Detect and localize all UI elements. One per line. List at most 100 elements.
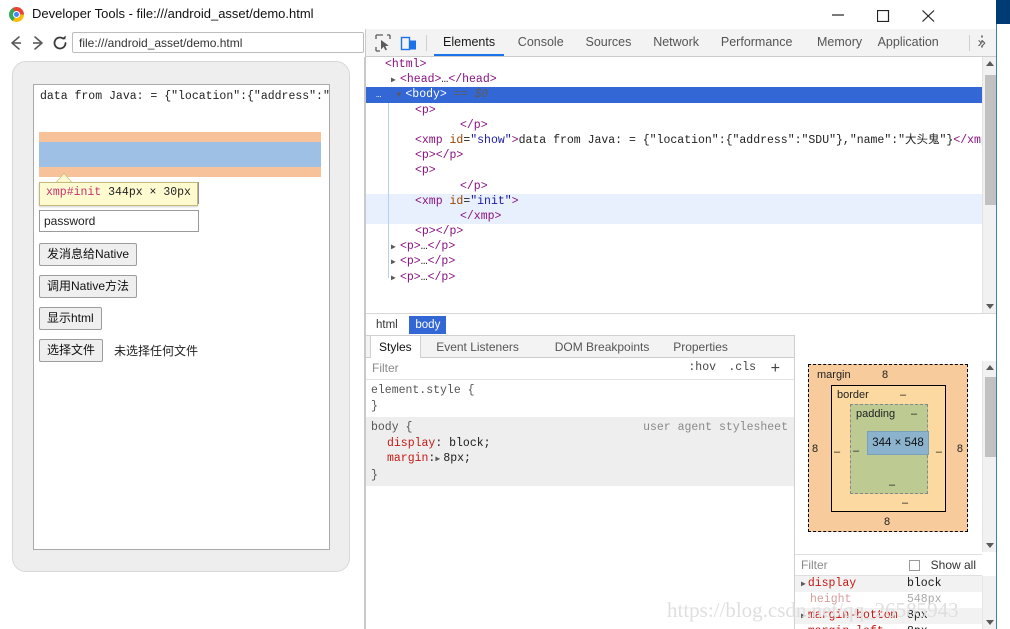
css-declaration[interactable]: margin:▶ 8px; xyxy=(371,451,794,468)
tab-performance[interactable]: Performance xyxy=(712,29,802,56)
chrome-window: Developer Tools - file:///android_asset/… xyxy=(0,0,996,629)
dom-node-row[interactable]: <p></p> xyxy=(366,148,996,163)
css-rule-origin: user agent stylesheet xyxy=(643,421,788,434)
margin-right-value[interactable]: 8 xyxy=(957,443,963,455)
padding-bottom-value[interactable]: – xyxy=(889,479,895,491)
call-native-method-button[interactable]: 调用Native方法 xyxy=(39,275,138,298)
show-all-label: Show all xyxy=(930,558,976,572)
css-selector[interactable]: element.style { xyxy=(371,383,794,399)
cls-toggle-button[interactable]: .cls xyxy=(728,361,756,374)
tab-memory[interactable]: Memory xyxy=(808,29,871,56)
dom-node-row[interactable]: <xmp id="show">data from Java: = {"locat… xyxy=(366,133,996,148)
address-bar-input[interactable]: file:///android_asset/demo.html xyxy=(72,32,364,53)
hov-toggle-button[interactable]: :hov xyxy=(688,361,716,374)
sidebar-scroll-thumb[interactable] xyxy=(985,377,996,457)
dom-node-row[interactable]: </p> xyxy=(366,118,996,133)
style-tab-styles[interactable]: Styles xyxy=(370,336,421,358)
password-input[interactable]: password xyxy=(39,210,199,232)
computed-filter-input[interactable]: Filter xyxy=(801,558,828,572)
chrome-favicon-icon xyxy=(9,7,24,22)
maximize-button[interactable] xyxy=(861,0,906,29)
reload-icon[interactable] xyxy=(50,33,70,53)
css-rule[interactable]: element.style {} xyxy=(366,380,794,417)
back-icon[interactable] xyxy=(6,33,26,53)
css-declaration[interactable]: display: block; xyxy=(371,436,794,452)
scroll-thumb[interactable] xyxy=(985,75,996,205)
sidebar-scrollbar[interactable] xyxy=(982,361,996,552)
style-tab-properties[interactable]: Properties xyxy=(665,336,736,358)
css-rules-list[interactable]: element.style {} body {display: block; mar… xyxy=(366,380,794,629)
css-rule-close: } xyxy=(371,399,378,413)
tab-elements[interactable]: Elements xyxy=(434,29,505,56)
sidebar-scroll-down-icon[interactable] xyxy=(986,543,994,548)
margin-left-value[interactable]: 8 xyxy=(812,443,818,455)
computed-filter-bar: Filter Show all xyxy=(795,554,982,576)
border-bottom-value[interactable]: – xyxy=(902,497,908,509)
close-icon xyxy=(922,10,935,22)
toolbar-divider-2 xyxy=(969,35,970,51)
box-model-diagram: margin 8 8 8 8 border – – – – padding – xyxy=(795,361,982,552)
margin-top-value[interactable]: 8 xyxy=(882,369,888,381)
tab-application[interactable]: Application xyxy=(869,29,948,56)
show-html-button[interactable]: 显示html xyxy=(39,307,102,330)
dom-node-row[interactable]: <p></p> xyxy=(366,224,996,239)
styles-filter-input[interactable]: Filter xyxy=(372,361,399,375)
padding-left-value[interactable]: – xyxy=(853,445,859,457)
padding-top-value[interactable]: – xyxy=(911,408,917,420)
scroll-down-arrow-icon[interactable] xyxy=(986,304,994,309)
box-model-content-size[interactable]: 344 × 548 xyxy=(867,431,929,455)
computed-property-row[interactable]: ▶ margin-bottom 8px xyxy=(795,608,982,624)
close-button[interactable] xyxy=(906,0,951,29)
dom-node-row[interactable]: ▶ <p>…</p> xyxy=(366,239,996,254)
tab-sources[interactable]: Sources xyxy=(577,29,641,56)
computed-property-row[interactable]: height 548px xyxy=(795,592,982,608)
dom-node-row[interactable]: <xmp id="init"> xyxy=(366,193,996,209)
new-style-rule-button[interactable]: + xyxy=(771,359,780,378)
dom-tree-scrollbar[interactable] xyxy=(982,57,996,313)
computed-scrollbar[interactable] xyxy=(982,576,996,629)
tab-console[interactable]: Console xyxy=(509,29,573,56)
dom-node-row[interactable]: … ▼ <body> == $0 xyxy=(366,87,996,103)
dom-node-row[interactable]: ▶ <p>…</p> xyxy=(366,270,996,285)
dom-node-row[interactable]: <p> xyxy=(366,103,996,118)
forward-icon[interactable] xyxy=(28,33,48,53)
background-window[interactable] xyxy=(996,0,1010,629)
minimize-button[interactable] xyxy=(816,0,861,29)
show-all-checkbox[interactable] xyxy=(909,560,920,571)
breadcrumb-item-html[interactable]: html xyxy=(370,316,404,334)
dom-node-row[interactable]: </p> xyxy=(366,179,996,194)
computed-property-row[interactable]: ▶margin-left8px xyxy=(795,624,982,629)
css-rule[interactable]: body {display: block; margin:▶ 8px;} user a… xyxy=(366,417,794,486)
dom-node-row[interactable]: ▶ <head>…</head> xyxy=(366,72,996,87)
border-right-value[interactable]: – xyxy=(936,446,942,458)
devtools-toolbar: » ⋮ Elements Console Sources Network Perform… xyxy=(366,29,996,57)
dom-node-row[interactable]: <html> xyxy=(366,57,996,72)
breadcrumb-item-body[interactable]: body xyxy=(409,316,447,334)
devtools-panel: » ⋮ Elements Console Sources Network Perform… xyxy=(365,29,996,629)
device-toolbar-icon[interactable] xyxy=(399,33,421,53)
border-top-value[interactable]: – xyxy=(900,389,906,401)
scroll-up-arrow-icon[interactable] xyxy=(986,61,994,66)
margin-bottom-value[interactable]: 8 xyxy=(884,516,890,528)
style-tab-dom-breakpoints[interactable]: DOM Breakpoints xyxy=(547,336,658,358)
highlight-content-box xyxy=(39,142,321,167)
style-tab-event-listeners[interactable]: Event Listeners xyxy=(428,336,527,358)
tab-network[interactable]: Network xyxy=(644,29,708,56)
tooltip-tag-name: xmp#init xyxy=(46,186,102,199)
dom-node-row[interactable]: ▶ <p>…</p> xyxy=(366,254,996,269)
dom-node-row[interactable]: <p> xyxy=(366,163,996,178)
sidebar-scroll-up-icon[interactable] xyxy=(986,365,994,370)
devtools-menu-button[interactable]: ⋮ xyxy=(972,32,992,53)
border-left-value[interactable]: – xyxy=(834,446,840,458)
computed-property-row[interactable]: ▶ display block xyxy=(795,576,982,592)
inspect-element-icon[interactable] xyxy=(373,33,395,53)
styles-filter-bar: Filter :hov .cls + xyxy=(366,358,794,380)
element-tooltip: xmp#init 344px × 30px xyxy=(39,182,198,206)
choose-file-button[interactable]: 选择文件 xyxy=(39,339,104,362)
computed-properties-list[interactable]: ▶ display block height 548px ▶ margin-bottom 8p… xyxy=(795,576,982,629)
computed-scroll-down-icon[interactable] xyxy=(986,620,994,625)
dom-tree[interactable]: <html> ▶ <head>…</head>… ▼ <body> == $0 <p> </… xyxy=(366,57,996,313)
send-message-to-native-button[interactable]: 发消息给Native xyxy=(39,243,138,266)
window-title: Developer Tools - file:///android_asset/… xyxy=(32,6,314,21)
dom-node-row[interactable]: </xmp> xyxy=(366,208,996,225)
